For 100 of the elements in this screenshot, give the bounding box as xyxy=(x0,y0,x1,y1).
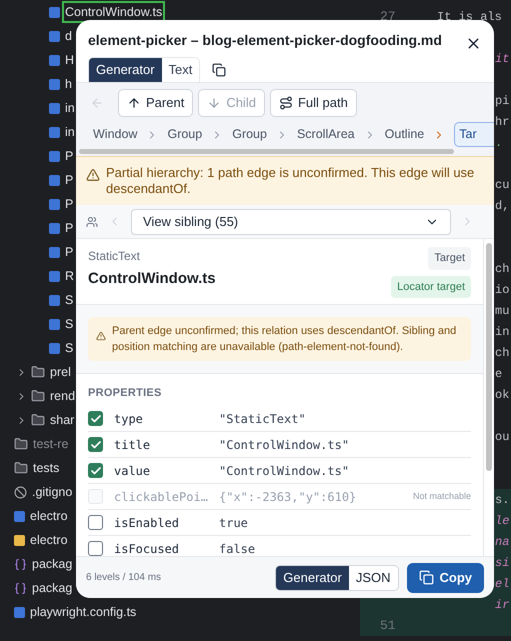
typescript-file-icon xyxy=(14,606,25,618)
file-tree-item[interactable]: electro xyxy=(29,507,69,525)
braces-icon xyxy=(14,558,27,570)
code-text: ok xyxy=(495,386,510,404)
code-text: el xyxy=(495,576,510,592)
breadcrumb-item[interactable]: Group xyxy=(167,125,202,144)
code-text: cu xyxy=(495,176,510,194)
checkbox[interactable] xyxy=(88,463,103,478)
file-tree-item[interactable]: P xyxy=(64,219,74,237)
people-icon xyxy=(86,216,98,228)
file-tree-item[interactable]: prel xyxy=(49,363,72,381)
property-name: title xyxy=(114,436,152,454)
file-tree-item[interactable]: S xyxy=(64,315,74,333)
file-tree-item[interactable]: tests xyxy=(32,459,60,477)
arrow-down-icon xyxy=(207,96,222,110)
line-number: 27 xyxy=(380,8,396,24)
code-text: e xyxy=(495,366,502,382)
file-tree-item[interactable]: playwright.config.ts xyxy=(29,603,138,621)
code-text: . xyxy=(495,134,502,152)
breadcrumb-item[interactable]: Tar xyxy=(454,122,494,147)
typescript-file-icon xyxy=(14,510,25,522)
checkbox[interactable] xyxy=(88,437,103,452)
typescript-file-icon xyxy=(49,6,60,18)
folder-icon xyxy=(31,389,45,403)
property-note: Not matchable xyxy=(412,490,471,503)
file-tree-item[interactable]: .gitigno xyxy=(31,483,74,501)
code-text: io xyxy=(495,282,510,298)
copy-icon[interactable] xyxy=(212,63,226,77)
file-tree-item[interactable]: packag xyxy=(31,555,74,573)
file-tree-item[interactable]: d xyxy=(64,27,73,45)
scrollbar-thumb[interactable] xyxy=(486,243,492,471)
checkbox[interactable] xyxy=(88,411,103,426)
format-tab[interactable]: JSON xyxy=(348,566,398,590)
code-text: ch xyxy=(495,344,510,362)
code-text: le xyxy=(495,512,510,530)
file-tree-item[interactable]: S xyxy=(64,291,74,309)
typescript-file-icon xyxy=(49,102,60,114)
copy-button[interactable]: Copy xyxy=(406,562,484,592)
code-text: in xyxy=(495,324,510,340)
property-name: value xyxy=(114,462,152,480)
typescript-file-icon xyxy=(49,174,60,186)
badge: Locator target xyxy=(391,276,471,298)
view-tab[interactable]: Generator xyxy=(89,58,162,82)
property-name: isEnabled xyxy=(114,514,180,532)
breadcrumb-item[interactable]: ScrollArea xyxy=(296,125,355,144)
file-tree-item[interactable]: shar xyxy=(49,411,76,429)
typescript-file-icon xyxy=(49,198,60,210)
code-text: ou xyxy=(495,428,510,446)
sibling-select[interactable]: View sibling (55) xyxy=(131,208,451,234)
nav-button[interactable]: Full path xyxy=(270,89,357,117)
file-tree-item[interactable]: packag xyxy=(31,579,74,597)
breadcrumb-item[interactable]: Outline xyxy=(384,125,424,144)
property-value: "ControlWindow.ts" xyxy=(219,436,350,454)
braces-icon xyxy=(14,582,27,594)
file-tree-item[interactable]: S xyxy=(64,339,74,357)
code-text: s. xyxy=(495,492,510,508)
file-tree-item[interactable]: R xyxy=(64,267,76,285)
breadcrumb-item[interactable]: Window xyxy=(93,125,138,144)
file-tree-item[interactable]: h xyxy=(64,75,73,93)
file-tree-item[interactable]: P xyxy=(64,147,74,165)
checkbox[interactable] xyxy=(88,541,103,556)
file-tree-item[interactable]: in xyxy=(64,99,76,117)
typescript-file-icon xyxy=(49,222,60,234)
file-tree-item[interactable]: P xyxy=(64,171,74,189)
typescript-file-icon xyxy=(49,294,60,306)
typescript-file-icon xyxy=(49,318,60,330)
typescript-file-icon xyxy=(49,342,60,354)
file-tree-item[interactable]: in xyxy=(64,123,76,141)
scrollbar-thumb[interactable] xyxy=(79,149,454,154)
code-text: hr xyxy=(495,114,510,130)
code-text: na xyxy=(495,534,510,550)
folder-icon xyxy=(31,413,45,427)
file-tree-item[interactable]: P xyxy=(64,195,74,213)
breadcrumb-item[interactable]: Group xyxy=(232,125,267,144)
dialog-title: element-picker – blog-element-picker-dogfooding.md xyxy=(88,31,442,50)
file-tree-item[interactable]: P xyxy=(64,243,74,261)
circle-slash-icon xyxy=(14,486,27,498)
route-icon xyxy=(278,96,293,110)
section-heading: PROPERTIES xyxy=(88,387,162,399)
property-value: "StaticText" xyxy=(219,410,306,428)
element-role: StaticText xyxy=(88,248,142,265)
file-tree-item[interactable]: rend xyxy=(49,387,76,405)
file-tree-item[interactable]: H xyxy=(64,51,76,69)
typescript-file-icon xyxy=(49,150,60,162)
file-tree-item[interactable]: test-re xyxy=(32,435,70,453)
file-tree-item[interactable]: electro xyxy=(29,531,69,549)
nav-button[interactable]: Parent xyxy=(118,89,194,117)
typescript-file-icon xyxy=(49,78,60,90)
element-name: ControlWindow.ts xyxy=(88,269,216,289)
code-text: it xyxy=(495,50,510,68)
warning-text: Parent edge unconfirmed; this relation uses descendantOf. Sibling and position matching are unavailable (path-element-not-found). xyxy=(112,324,458,355)
stats-text: 6 levels / 104 ms xyxy=(86,571,162,585)
folder-icon xyxy=(31,365,45,379)
folder-icon xyxy=(14,437,28,451)
typescript-file-icon xyxy=(49,126,60,138)
format-tab[interactable]: Generator xyxy=(276,566,349,590)
file-tree-item[interactable]: ControlWindow.ts xyxy=(64,3,164,21)
checkbox[interactable] xyxy=(88,515,103,530)
typescript-file-icon xyxy=(49,54,60,66)
code-text: pi xyxy=(495,92,510,110)
